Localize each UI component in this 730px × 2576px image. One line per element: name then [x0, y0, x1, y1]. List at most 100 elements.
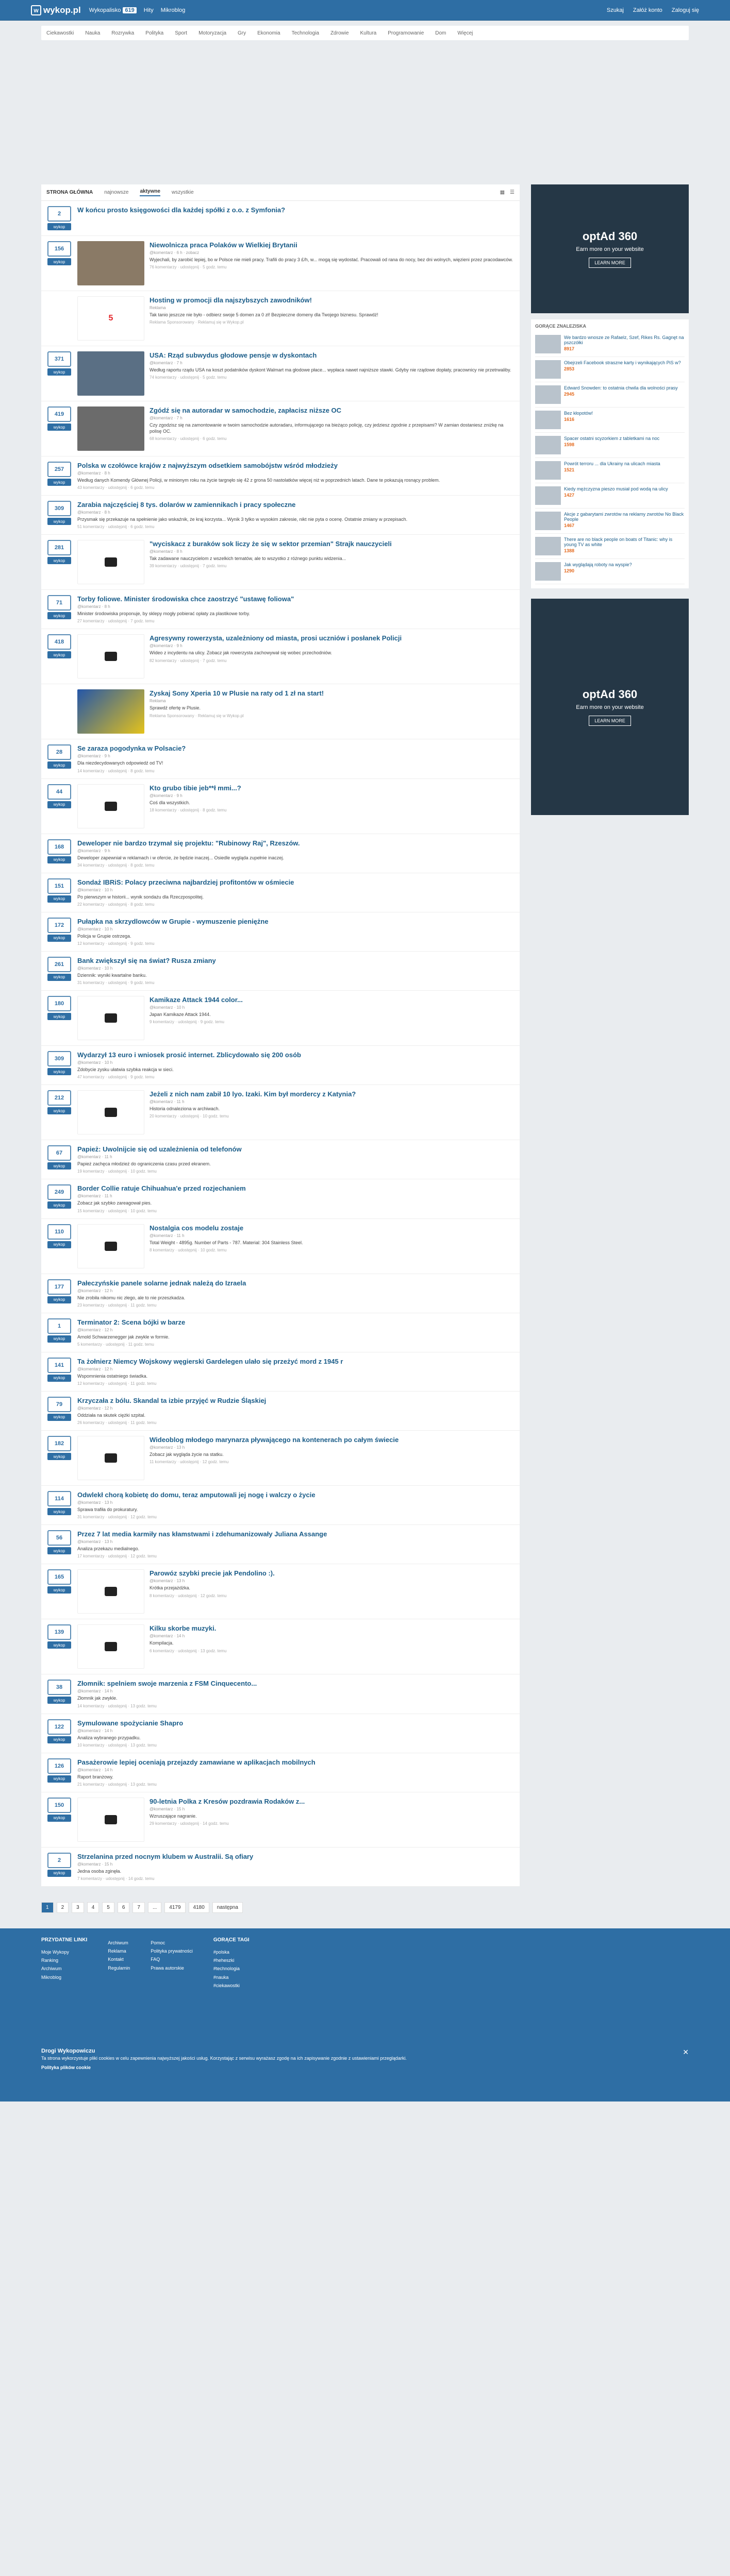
wykop-button[interactable]: wykop	[47, 1296, 71, 1303]
entry-thumbnail[interactable]	[77, 241, 144, 285]
tab-active[interactable]: aktywne	[140, 189, 160, 196]
entry-footer[interactable]: 7 komentarzy · udostępnij · 14 godz. tem…	[77, 1876, 515, 1881]
page-link[interactable]: 4179	[164, 1902, 186, 1913]
wykop-button[interactable]: wykop	[47, 895, 71, 903]
hot-item-title[interactable]: Obejrzeli Facebook straszne karty i wyni…	[564, 360, 681, 365]
entry-title[interactable]: Border Collie ratuje Chihuahua'e przed r…	[77, 1184, 515, 1192]
ad-cta-button-2[interactable]: LEARN MORE	[589, 716, 631, 726]
entry-footer[interactable]: 43 komentarzy · udostępnij · 6 godz. tem…	[77, 485, 515, 490]
entry-title[interactable]: USA: Rząd subwydus głodowe pensje w dysk…	[150, 351, 515, 359]
wykop-button[interactable]: wykop	[47, 973, 71, 981]
footer-link[interactable]: #ciekawostki	[213, 1981, 250, 1990]
hot-item-title[interactable]: Bez kłopotów!	[564, 411, 593, 416]
category-item[interactable]: Nauka	[85, 30, 100, 36]
wykop-button[interactable]: wykop	[47, 1413, 71, 1421]
entry-footer[interactable]: 8 komentarzy · udostępnij · 12 godz. tem…	[150, 1594, 515, 1598]
category-item[interactable]: Polityka	[145, 30, 163, 36]
hot-item[interactable]: There are no black people on boats of Ti…	[535, 534, 685, 559]
entry-footer[interactable]: 5 komentarzy · udostępnij · 11 godz. tem…	[77, 1342, 515, 1347]
footer-link[interactable]: Reklama	[108, 1947, 130, 1955]
video-thumbnail[interactable]	[77, 784, 144, 828]
entry-footer[interactable]: 21 komentarzy · udostępnij · 13 godz. te…	[77, 1782, 515, 1787]
login-link[interactable]: Zaloguj się	[672, 7, 699, 13]
wykop-button[interactable]: wykop	[47, 1775, 71, 1783]
cookie-policy-link[interactable]: Polityka plików cookie	[41, 2064, 689, 2072]
hot-item-title[interactable]: Kiedy mężczyzna pieszo musiał pod wodą n…	[564, 486, 668, 492]
entry-footer[interactable]: 11 komentarzy · udostępnij · 12 godz. te…	[150, 1460, 515, 1464]
entry-footer[interactable]: Reklama Sponsorowany · Reklamuj się w Wy…	[150, 714, 515, 718]
entry-footer[interactable]: 14 komentarzy · udostępnij · 13 godz. te…	[77, 1704, 515, 1708]
entry-title[interactable]: Zyskaj Sony Xperia 10 w Plusie na raty o…	[150, 689, 515, 697]
category-item[interactable]: Ekonomia	[257, 30, 280, 36]
ad-cta-button[interactable]: LEARN MORE	[589, 258, 631, 268]
video-thumbnail[interactable]	[77, 540, 144, 585]
entry-footer[interactable]: 22 komentarzy · udostępnij · 8 godz. tem…	[77, 902, 515, 907]
footer-link[interactable]: Moje Wykopy	[41, 1948, 87, 1956]
entry-footer[interactable]: 12 komentarzy · udostępnij · 9 godz. tem…	[77, 941, 515, 946]
entry-footer[interactable]: 20 komentarzy · udostępnij · 10 godz. te…	[150, 1114, 515, 1118]
wykop-button[interactable]: wykop	[47, 1697, 71, 1704]
entry-title[interactable]: Strzelanina przed nocnym klubem w Austra…	[77, 1853, 515, 1860]
footer-link[interactable]: FAQ	[151, 1955, 193, 1963]
wykop-button[interactable]: wykop	[47, 368, 71, 376]
page-link[interactable]: 4180	[188, 1902, 209, 1913]
wykop-button[interactable]: wykop	[47, 801, 71, 808]
footer-link[interactable]: Archiwum	[108, 1939, 130, 1947]
page-link[interactable]: 7	[132, 1902, 145, 1913]
wykop-button[interactable]: wykop	[47, 557, 71, 565]
entry-title[interactable]: Torby foliowe. Minister środowiska chce …	[77, 595, 515, 603]
entry-footer[interactable]: Reklama Sponsorowany · Reklamuj się w Wy…	[150, 320, 515, 325]
video-thumbnail[interactable]	[77, 996, 144, 1041]
entry-title[interactable]: Pałeczyńskie panele solarne jednak należ…	[77, 1279, 515, 1287]
entry-title[interactable]: Niewolnicza praca Polaków w Wielkiej Bry…	[150, 241, 515, 249]
entry-footer[interactable]: 29 komentarzy · udostępnij · 14 godz. te…	[150, 1821, 515, 1826]
footer-link[interactable]: Regulamin	[108, 1964, 130, 1972]
category-item[interactable]: Więcej	[457, 30, 473, 36]
entry-title[interactable]: Zarabia najczęściej 8 tys. dolarów w zam…	[77, 501, 515, 509]
video-thumbnail[interactable]	[77, 1090, 144, 1135]
video-thumbnail[interactable]	[77, 1797, 144, 1842]
hot-item-title[interactable]: Akcje z gabarytami zwrotów na reklamy zw…	[564, 512, 685, 522]
entry-footer[interactable]: 9 komentarzy · udostępnij · 9 godz. temu	[150, 1020, 515, 1024]
entry-footer[interactable]: 6 komentarzy · udostępnij · 13 godz. tem…	[150, 1649, 515, 1653]
entry-footer[interactable]: 31 komentarzy · udostępnij · 12 godz. te…	[77, 1515, 515, 1519]
entry-footer[interactable]: 18 komentarzy · udostępnij · 8 godz. tem…	[150, 808, 515, 812]
entry-title[interactable]: "wyciskacz z buraków sok liczy że się w …	[150, 540, 515, 548]
category-item[interactable]: Sport	[175, 30, 187, 36]
register-link[interactable]: Załóż konto	[633, 7, 662, 13]
category-item[interactable]: Dom	[435, 30, 446, 36]
footer-link[interactable]: #heheszki	[213, 1956, 250, 1964]
tab-all[interactable]: wszystkie	[172, 190, 194, 195]
footer-link[interactable]: Archiwum	[41, 1964, 87, 1973]
category-item[interactable]: Zdrowie	[330, 30, 349, 36]
tab-home[interactable]: STRONA GŁÓWNA	[46, 190, 93, 195]
wykop-button[interactable]: wykop	[47, 479, 71, 486]
hot-item[interactable]: Kiedy mężczyzna pieszo musiał pod wodą n…	[535, 483, 685, 509]
wykop-button[interactable]: wykop	[47, 1547, 71, 1555]
wykop-button[interactable]: wykop	[47, 1162, 71, 1170]
entry-title[interactable]: Kto grubo tibie jeb**ł mmi...?	[150, 784, 515, 792]
wykop-button[interactable]: wykop	[47, 1586, 71, 1594]
entry-footer[interactable]: 39 komentarzy · udostępnij · 7 godz. tem…	[150, 564, 515, 568]
search-link[interactable]: Szukaj	[607, 7, 624, 13]
hot-item[interactable]: We bardzo wnosze ze Rafaelz, Szef, Rikes…	[535, 332, 685, 357]
hot-item-title[interactable]: Powrót terroru ... dla Ukrainy na ulicac…	[564, 461, 660, 466]
entry-title[interactable]: Kamikaze Attack 1944 color...	[150, 996, 515, 1004]
entry-title[interactable]: Krzyczała z bólu. Skandal ta izbie przyj…	[77, 1397, 515, 1404]
category-item[interactable]: Programowanie	[388, 30, 424, 36]
entry-footer[interactable]: 17 komentarzy · udostępnij · 12 godz. te…	[77, 1554, 515, 1558]
entry-footer[interactable]: 14 komentarzy · udostępnij · 8 godz. tem…	[77, 769, 515, 773]
nav-mikroblog[interactable]: Mikroblog	[161, 7, 186, 13]
tab-newest[interactable]: najnowsze	[104, 190, 128, 195]
entry-footer[interactable]: 31 komentarzy · udostępnij · 9 godz. tem…	[77, 980, 515, 985]
entry-title[interactable]: Przez 7 lat media karmiły nas kłamstwami…	[77, 1530, 515, 1538]
video-thumbnail[interactable]	[77, 1624, 144, 1669]
entry-footer[interactable]: 15 komentarzy · udostępnij · 10 godz. te…	[77, 1209, 515, 1213]
entry-footer[interactable]: 8 komentarzy · udostępnij · 10 godz. tem…	[150, 1248, 515, 1252]
wykop-button[interactable]: wykop	[47, 1508, 71, 1516]
category-item[interactable]: Ciekawostki	[46, 30, 74, 36]
wykop-button[interactable]: wykop	[47, 1241, 71, 1248]
page-link[interactable]: ...	[147, 1902, 162, 1913]
nav-wykopalisko[interactable]: Wykopalisko 619	[89, 7, 137, 13]
video-thumbnail[interactable]	[77, 1569, 144, 1614]
